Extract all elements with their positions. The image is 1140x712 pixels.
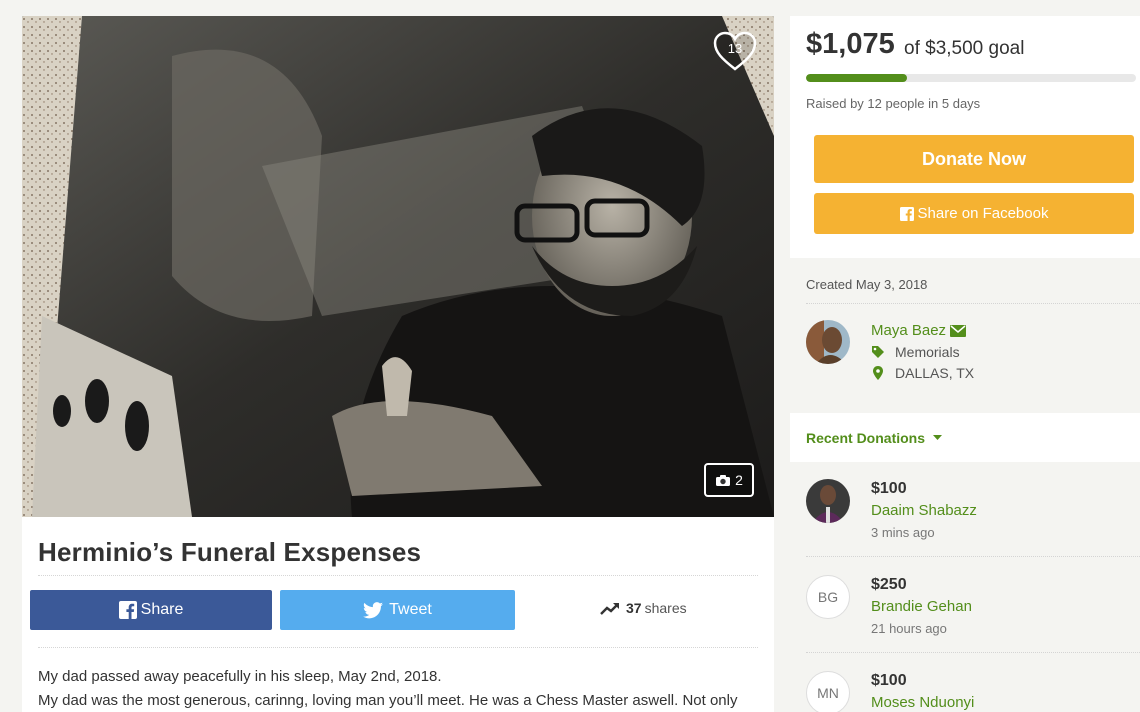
shares-count: 37: [626, 600, 642, 616]
progress-bar: [806, 74, 1136, 82]
envelope-icon[interactable]: [950, 324, 967, 337]
donor-name[interactable]: Moses Nduonyi: [871, 694, 974, 711]
donor-initials-avatar: MN: [806, 671, 850, 712]
twitter-icon: [363, 601, 384, 618]
tag-icon: [872, 346, 884, 358]
organizer-category: Memorials: [871, 344, 960, 360]
favorite-count: 13: [727, 41, 743, 56]
photo-gallery-button[interactable]: 2: [704, 463, 754, 497]
camera-icon: [716, 474, 731, 486]
organizer-photo: [806, 320, 850, 364]
divider: [38, 647, 758, 648]
favorite-button[interactable]: 13: [712, 30, 758, 72]
story-paragraph: My dad was the most generous, carinng, l…: [38, 692, 738, 709]
donor-name[interactable]: Daaim Shabazz: [871, 502, 977, 519]
campaign-details: Herminio’s Funeral Exspenses Share Tweet…: [22, 517, 774, 712]
donor-avatar: [806, 479, 850, 523]
location-label: DALLAS, TX: [895, 365, 975, 381]
share-bar: Share Tweet 37 shares: [22, 590, 774, 630]
recent-donations-heading: Recent Donations: [806, 430, 926, 446]
recent-donations-header: Recent Donations: [790, 413, 1140, 462]
organizer-name-link[interactable]: Maya Baez: [871, 322, 967, 339]
raised-by-text: Raised by 12 people in 5 days: [806, 96, 981, 111]
facebook-share-label: Share: [140, 601, 184, 618]
facebook-icon: [899, 206, 914, 221]
campaign-title: Herminio’s Funeral Exspenses: [38, 537, 422, 567]
photo-count: 2: [735, 472, 743, 488]
shares-counter: 37 shares: [600, 600, 687, 616]
donation-amount: $250: [871, 576, 907, 593]
trending-up-icon: [600, 602, 619, 615]
raised-amount: $1,075: [806, 28, 895, 60]
donor-photo: [806, 479, 850, 523]
donation-amount: $100: [871, 480, 907, 497]
divider: [806, 303, 1140, 304]
donation-amount: $100: [871, 672, 907, 689]
divider: [806, 652, 1140, 653]
donation-time: 3 mins ago: [871, 525, 935, 540]
campaign-photo[interactable]: 13 2: [22, 16, 774, 517]
divider: [806, 556, 1140, 557]
share-on-facebook-label: Share on Facebook: [917, 205, 1049, 222]
created-date: Created May 3, 2018: [806, 277, 928, 292]
facebook-share-button[interactable]: Share: [30, 590, 272, 630]
story-paragraph: My dad passed away peacefully in his sle…: [38, 668, 442, 685]
campaign-story: My dad passed away peacefully in his sle…: [38, 665, 763, 712]
goal-text: of $3,500 goal: [904, 38, 1025, 59]
category-label: Memorials: [895, 344, 960, 360]
caret-down-icon: [933, 435, 943, 440]
divider: [38, 575, 758, 576]
facebook-icon: [118, 601, 137, 619]
donation-time: 21 hours ago: [871, 621, 947, 636]
donor-initials-avatar: BG: [806, 575, 850, 619]
donate-now-button[interactable]: Donate Now: [814, 135, 1134, 183]
organizer-name: Maya Baez: [871, 322, 947, 339]
organizer-avatar[interactable]: [806, 320, 850, 364]
tweet-label: Tweet: [389, 601, 432, 618]
tweet-button[interactable]: Tweet: [280, 590, 515, 630]
organizer-location: DALLAS, TX: [871, 365, 974, 381]
campaign-photo-image: [22, 16, 774, 517]
share-on-facebook-button[interactable]: Share on Facebook: [814, 193, 1134, 234]
progress-bar-fill: [806, 74, 908, 82]
donor-name[interactable]: Brandie Gehan: [871, 598, 972, 615]
recent-donations-dropdown[interactable]: Recent Donations: [806, 430, 943, 446]
map-pin-icon: [873, 366, 883, 380]
shares-label: shares: [644, 600, 687, 616]
donation-summary: $1,075 of $3,500 goal Raised by 12 peopl…: [790, 16, 1140, 258]
